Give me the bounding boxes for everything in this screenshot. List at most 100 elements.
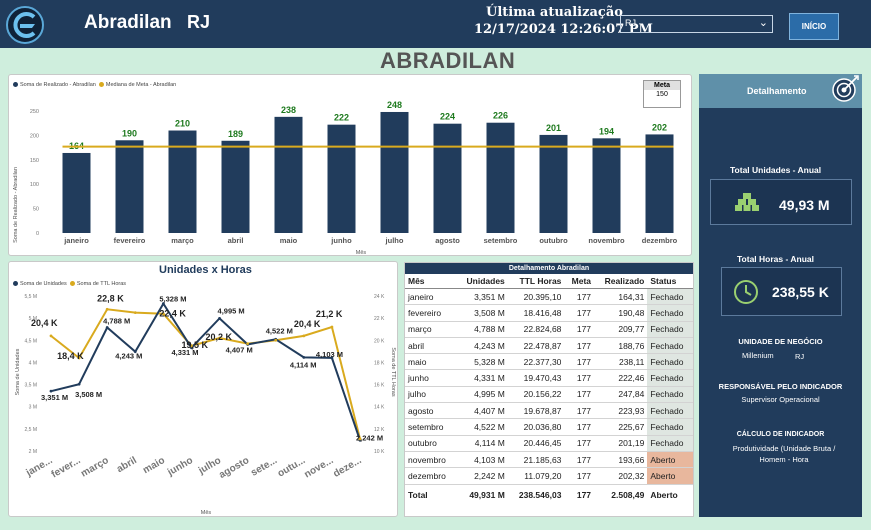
table-cell: 4,103 M [456,451,508,469]
table-row: abril 4,243 M 22.478,87 177 188,76 Fechado [405,337,693,355]
table-cell: janeiro [405,288,457,306]
target-icon [832,75,859,102]
table-cell: 20.036,80 [507,418,565,436]
units-kpi-label: Total Unidades - Anual [730,165,822,175]
table-cell: 20.395,10 [507,288,565,306]
table-cell: 20.446,45 [507,435,565,452]
table-cell: 177 [564,353,595,371]
bar-data-label: 189 [228,129,243,139]
table-header-cell[interactable]: Unidades [456,274,508,289]
unidades-point[interactable] [218,316,221,320]
line-y-right-tick: 12 K [374,427,385,433]
total-cell: 49,931 M [456,483,508,503]
table-cell: 177 [564,304,595,322]
table-cell: 247,84 [594,386,648,404]
table-total-row: Total 49,931 M 238.546,03 177 2.508,49 Aberto [405,483,693,503]
bar-julho[interactable] [380,111,409,233]
bar-setembro[interactable] [486,122,515,233]
unidades-point[interactable] [105,326,109,329]
line-y-right-tick: 16 K [374,383,385,389]
table-cell: 190,48 [594,304,648,322]
update-label: Última atualização [486,5,623,20]
table-cell: 177 [564,451,595,469]
unidades-point[interactable] [302,355,306,359]
table-row: agosto 4,407 M 19.678,87 177 223,93 Fechado [405,402,693,420]
table-header-cell[interactable]: Mês [405,274,457,289]
horas-data-label: 22,4 K [159,309,186,319]
unidades-point[interactable] [77,382,81,386]
horas-point[interactable] [246,342,250,346]
bar-data-label: 194 [599,126,614,136]
table-header-cell[interactable]: Meta [564,274,595,289]
table-cell: 4,114 M [456,435,508,452]
table-row: junho 4,331 M 19.470,43 177 222,46 Fechado [405,369,693,387]
horas-point[interactable] [49,334,53,338]
meta-card: Meta 150 [643,80,681,108]
bar-data-label: 238 [281,105,296,115]
bar-data-label: 201 [546,123,561,133]
line-y-left-tick: 3 M [29,405,37,411]
owner-value: Supervisor Operacional [741,395,820,404]
unidades-data-label: 3,508 M [75,390,102,399]
bar-junho[interactable] [327,124,356,233]
uf-filter-select[interactable]: RJ ⌄ [620,15,773,33]
horas-data-label: 19,5 K [181,340,208,350]
units-kpi-card: 49,93 M [710,179,852,225]
bar-janeiro[interactable] [62,152,91,233]
horas-data-label: 20,2 K [206,332,233,342]
table-row: janeiro 3,351 M 20.395,10 177 164,31 Fechado [405,288,693,306]
bar-abril[interactable] [221,140,250,233]
bar-dezembro[interactable] [645,134,674,233]
table-header-cell[interactable]: Realizado [594,274,648,289]
table-cell: 4,995 M [456,386,508,404]
bar-agosto[interactable] [433,123,462,233]
bar-chart-panel: Soma de Realizado - Abradilan Mediana de… [8,74,692,256]
total-cell: 238.546,03 [507,483,565,503]
table-cell: 22.478,87 [507,337,565,355]
line-x-tick: fever... [50,455,83,480]
owner-title: RESPONSÁVEL PELO INDICADOR [718,382,843,391]
table-cell: 177 [564,386,595,404]
status-cell: Fechado [647,321,693,338]
detail-table-panel: Detalhamento Abradilan Mês Unidades TTL Ho… [404,262,694,517]
table-header-cell[interactable]: Status [647,274,693,289]
status-cell: Fechado [647,353,693,371]
line-y-left-tick: 4,5 M [24,338,37,344]
line-x-tick: deze... [332,455,364,480]
bar-outubro[interactable] [539,134,568,233]
company-logo [6,6,44,44]
status-cell: Fechado [647,418,693,436]
bar-novembro[interactable] [592,138,621,233]
horas-point[interactable] [358,437,362,441]
line-x-tick: outu... [276,455,308,480]
status-cell: Fechado [647,337,693,355]
line-x-tick: nove... [302,455,335,480]
table-cell: maio [405,353,457,371]
bar-y-tick: 200 [30,133,39,139]
total-cell: Aberto [647,483,693,503]
table-cell: setembro [405,418,457,436]
bar-data-label: 210 [175,119,190,129]
horas-point[interactable] [133,311,137,315]
bar-y-tick: 0 [36,231,39,237]
bar-data-label: 202 [652,122,667,132]
horas-point[interactable] [105,307,109,311]
bar-fevereiro[interactable] [115,140,144,233]
bar-maio[interactable] [274,116,303,233]
unidades-data-label: 5,328 M [159,295,186,304]
horas-point[interactable] [302,334,306,338]
status-cell: Fechado [647,402,693,420]
business-unit-value: Millenium [742,351,774,360]
home-button[interactable]: INÍCIO [789,13,839,40]
bar-x-tick: dezembro [642,236,678,245]
bar-y-axis-label: Soma de Realizado - Abradilan [13,167,19,243]
status-cell: Aberto [647,467,693,485]
horas-point[interactable] [274,338,278,342]
table-cell: 238,11 [594,353,648,371]
status-cell: Aberto [647,451,693,469]
table-row: maio 5,328 M 22.377,30 177 238,11 Fechado [405,353,693,371]
table-header-cell[interactable]: TTL Horas [507,274,565,289]
company-name: Abradilan [84,12,172,33]
horas-point[interactable] [330,325,334,329]
unidades-point[interactable] [49,389,53,393]
